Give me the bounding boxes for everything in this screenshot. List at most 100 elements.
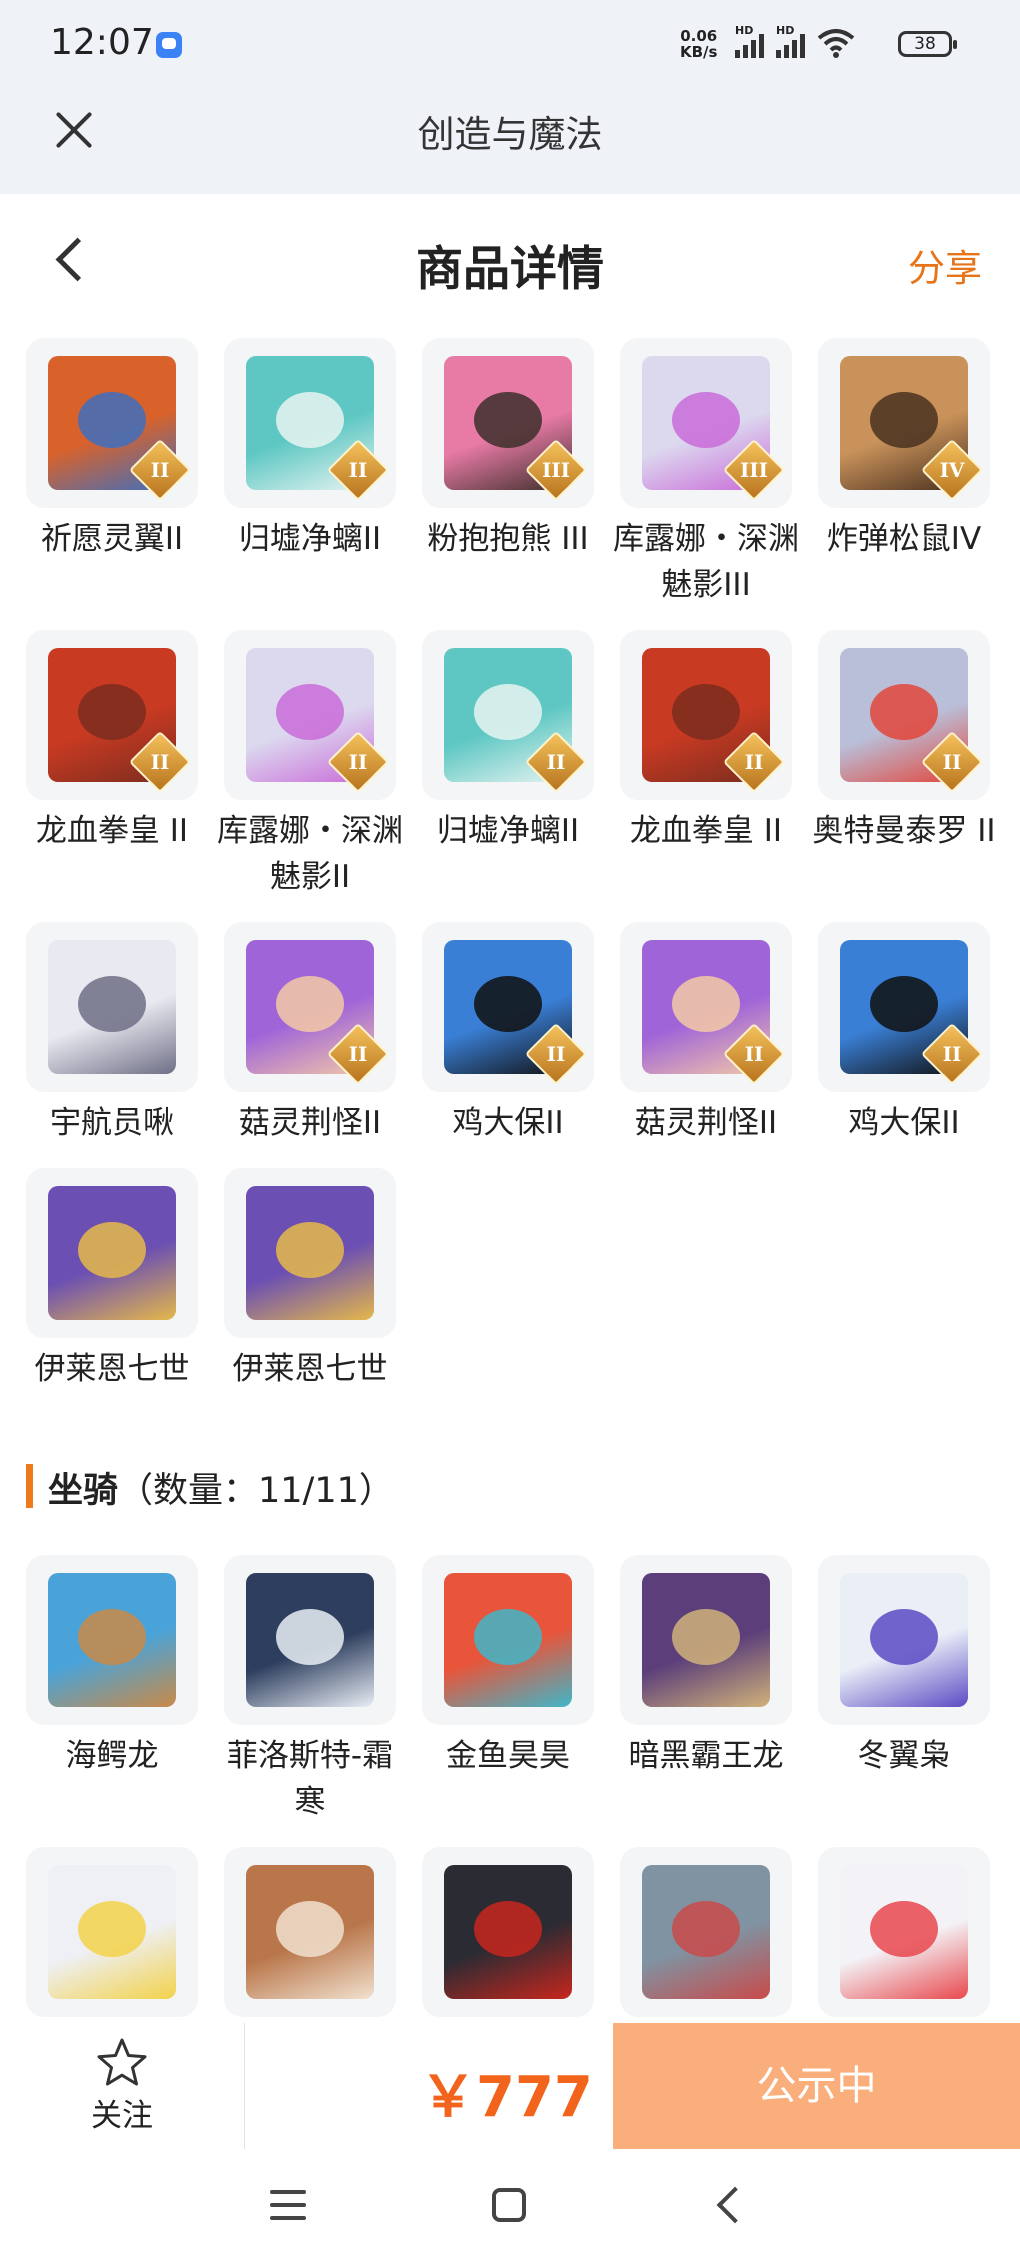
item-artwork-detail <box>870 1901 938 1957</box>
item-thumbnail[interactable] <box>422 1555 594 1725</box>
item-artwork-detail <box>672 684 740 740</box>
item-name: 奥特曼泰罗 II <box>812 813 996 849</box>
item-name: 龙血拳皇 II <box>629 813 783 849</box>
item-artwork-detail <box>672 1901 740 1957</box>
share-button[interactable]: 分享 <box>908 238 982 292</box>
tier-label: II <box>348 458 368 482</box>
status-time: 12:07 <box>50 22 154 63</box>
item-artwork-detail <box>78 1609 146 1665</box>
item-thumbnail[interactable] <box>224 1555 396 1725</box>
item-thumbnail[interactable]: II <box>422 922 594 1092</box>
item-artwork-detail <box>276 1901 344 1957</box>
battery-icon: 38 <box>898 31 957 57</box>
message-app-icon <box>156 32 182 58</box>
item-name: 暗黑霸王龙 <box>628 1738 784 1774</box>
item-name: 宇航员啾 <box>50 1105 174 1141</box>
item-thumbnail[interactable]: II <box>26 630 198 800</box>
item-thumbnail[interactable]: II <box>422 630 594 800</box>
wifi-icon <box>817 29 855 58</box>
item-thumbnail[interactable] <box>26 1847 198 2017</box>
item-artwork-detail <box>276 392 344 448</box>
hd-label: HD <box>735 24 754 37</box>
net-speed-unit: KB/s <box>680 43 718 61</box>
item-name: 伊莱恩七世 <box>34 1351 190 1387</box>
section-title: 坐骑（数量：11/11） <box>48 1462 394 1513</box>
item-name: 伊莱恩七世 <box>232 1351 388 1387</box>
item-name: 金鱼昊昊 <box>446 1738 570 1774</box>
item-artwork-detail <box>474 1901 542 1957</box>
signal-icon: HD <box>776 24 805 58</box>
section-accent-bar <box>26 1464 33 1508</box>
item-thumbnail[interactable]: II <box>620 922 792 1092</box>
tier-label: II <box>744 1042 764 1066</box>
net-speed-value: 0.06 <box>680 27 718 45</box>
item-artwork-detail <box>672 976 740 1032</box>
item-artwork-detail <box>78 392 146 448</box>
follow-label[interactable]: 关注 <box>0 2090 244 2135</box>
item-thumbnail[interactable]: II <box>224 922 396 1092</box>
tier-label: II <box>348 1042 368 1066</box>
section-count: （数量：11/11） <box>118 1471 394 1511</box>
item-thumbnail[interactable] <box>818 1555 990 1725</box>
tier-label: II <box>150 458 170 482</box>
item-artwork-detail <box>474 684 542 740</box>
item-artwork-detail <box>672 1609 740 1665</box>
signal-icon: HD <box>735 24 764 58</box>
tier-label: II <box>744 750 764 774</box>
section-title-label: 坐骑 <box>48 1471 119 1511</box>
item-artwork-detail <box>78 1222 146 1278</box>
item-artwork-detail <box>870 976 938 1032</box>
tier-label: IV <box>939 458 965 482</box>
menu-icon[interactable] <box>270 2190 306 2220</box>
item-thumbnail[interactable]: III <box>422 338 594 508</box>
item-name: 菇灵荆怪II <box>634 1105 778 1141</box>
item-artwork-detail <box>78 1901 146 1957</box>
item-thumbnail[interactable]: II <box>26 338 198 508</box>
item-artwork-detail <box>870 684 938 740</box>
item-artwork-detail <box>78 976 146 1032</box>
item-thumbnail[interactable] <box>224 1168 396 1338</box>
item-artwork-detail <box>474 976 542 1032</box>
item-thumbnail[interactable]: III <box>620 338 792 508</box>
item-thumbnail[interactable] <box>26 922 198 1092</box>
item-name: 库露娜・深渊魅影III <box>613 521 799 603</box>
item-thumbnail[interactable]: II <box>818 630 990 800</box>
tier-label: III <box>739 458 769 482</box>
item-thumbnail[interactable] <box>818 1847 990 2017</box>
item-thumbnail[interactable] <box>620 1555 792 1725</box>
item-thumbnail[interactable]: II <box>224 338 396 508</box>
hd-label: HD <box>776 24 795 37</box>
item-thumbnail[interactable] <box>26 1555 198 1725</box>
item-artwork-detail <box>672 392 740 448</box>
item-name: 粉抱抱熊 III <box>427 521 589 557</box>
item-thumbnail[interactable] <box>26 1168 198 1338</box>
item-thumbnail[interactable]: IV <box>818 338 990 508</box>
item-artwork-detail <box>870 392 938 448</box>
item-thumbnail[interactable] <box>224 1847 396 2017</box>
star-icon[interactable] <box>96 2037 148 2089</box>
item-artwork-detail <box>870 1609 938 1665</box>
item-name: 炸弹松鼠IV <box>826 521 982 557</box>
tier-label: II <box>546 750 566 774</box>
item-thumbnail[interactable] <box>422 1847 594 2017</box>
divider <box>244 2023 245 2149</box>
item-name: 冬翼枭 <box>857 1738 951 1774</box>
item-name: 祈愿灵翼II <box>40 521 184 557</box>
tier-label: III <box>541 458 571 482</box>
item-thumbnail[interactable]: II <box>224 630 396 800</box>
status-button[interactable]: 公示中 <box>613 2023 1020 2149</box>
home-icon[interactable] <box>492 2188 526 2222</box>
item-thumbnail[interactable]: II <box>818 922 990 1092</box>
item-name: 菲洛斯特-霜寒 <box>226 1738 394 1820</box>
item-name: 归墟净螭II <box>436 813 580 849</box>
item-name: 归墟净螭II <box>238 521 382 557</box>
tier-label: II <box>546 1042 566 1066</box>
tier-label: II <box>150 750 170 774</box>
item-thumbnail[interactable] <box>620 1847 792 2017</box>
item-name: 鸡大保II <box>452 1105 564 1141</box>
item-artwork-detail <box>78 684 146 740</box>
tier-label: II <box>348 750 368 774</box>
item-thumbnail[interactable]: II <box>620 630 792 800</box>
app-title: 创造与魔法 <box>417 113 603 156</box>
item-artwork-detail <box>276 976 344 1032</box>
